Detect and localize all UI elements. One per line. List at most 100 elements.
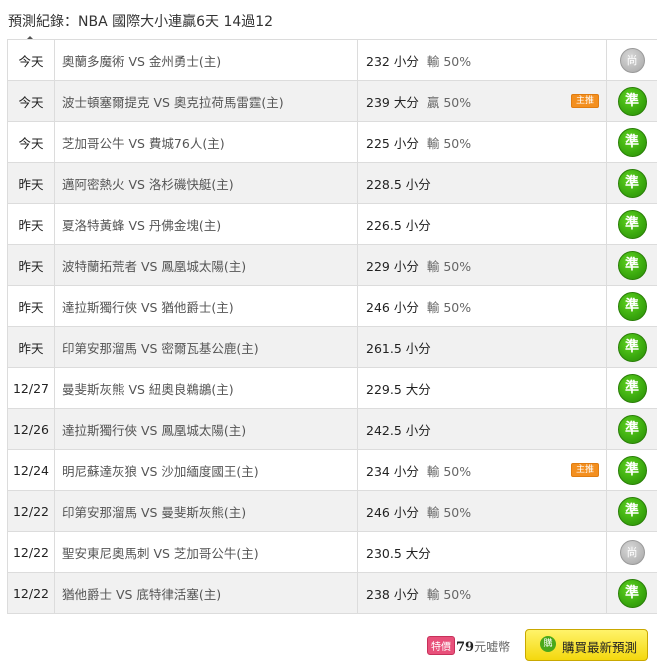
row-matchup: 印第安那溜馬 VS 曼斐斯灰熊(主) xyxy=(54,490,358,532)
row-day: 昨天 xyxy=(7,203,55,245)
featured-pick-tag: 主推 xyxy=(570,463,599,477)
table-row: 12/22 猶他爵士 VS 底特律活塞(主) 238 小分輸 50% 準 xyxy=(7,572,657,614)
row-day: 12/26 xyxy=(7,408,55,450)
table-row: 昨天 印第安那溜馬 VS 密爾瓦基公鹿(主) 261.5 小分 準 xyxy=(7,326,657,368)
row-status: 準 xyxy=(606,244,657,286)
row-day: 12/24 xyxy=(7,449,55,491)
pick-value: 228.5 小分 xyxy=(366,176,431,192)
correct-badge-icon: 準 xyxy=(617,291,647,321)
price-label: 79元嘘幣 xyxy=(456,638,510,655)
row-status: 準 xyxy=(606,449,657,491)
row-day: 12/27 xyxy=(7,367,55,409)
pick-result: 輸 50% xyxy=(426,135,472,151)
price-value: 79 xyxy=(456,640,475,655)
correct-badge-icon: 準 xyxy=(617,496,647,526)
table-row: 12/27 曼斐斯灰熊 VS 紐奧良鵜鶘(主) 229.5 大分 準 xyxy=(7,367,657,409)
pick-result: 輸 50% xyxy=(426,258,472,274)
table-row: 今天 奧蘭多魔術 VS 金州勇士(主) 232 小分輸 50% 尚 xyxy=(7,39,657,81)
price-currency: 元嘘幣 xyxy=(474,640,511,654)
correct-badge-icon: 準 xyxy=(617,373,647,403)
row-pick: 229 小分輸 50% xyxy=(357,244,607,286)
purchase-bar: 特價 79元嘘幣 購 購買最新預測 xyxy=(0,628,657,665)
pick-value: 229 小分 xyxy=(366,258,419,274)
pending-badge-icon: 尚 xyxy=(619,539,645,565)
pick-value: 234 小分 xyxy=(366,463,419,479)
row-matchup: 波特蘭拓荒者 VS 鳳凰城太陽(主) xyxy=(54,244,358,286)
row-status: 準 xyxy=(606,121,657,163)
table-row: 昨天 波特蘭拓荒者 VS 鳳凰城太陽(主) 229 小分輸 50% 準 xyxy=(7,244,657,286)
pick-result: 輸 50% xyxy=(426,53,472,69)
table-row: 12/22 印第安那溜馬 VS 曼斐斯灰熊(主) 246 小分輸 50% 準 xyxy=(7,490,657,532)
row-matchup: 波士頓塞爾提克 VS 奧克拉荷馬雷霆(主) xyxy=(54,80,358,122)
row-day: 12/22 xyxy=(7,531,55,573)
row-status: 尚 xyxy=(606,531,657,573)
sale-icon: 特價 xyxy=(427,636,455,655)
row-matchup: 芝加哥公牛 VS 費城76人(主) xyxy=(54,121,358,163)
pick-result: 輸 50% xyxy=(426,299,472,315)
row-status: 準 xyxy=(606,203,657,245)
row-matchup: 邁阿密熱火 VS 洛杉磯快艇(主) xyxy=(54,162,358,204)
table-row: 12/26 達拉斯獨行俠 VS 鳳凰城太陽(主) 242.5 小分 準 xyxy=(7,408,657,450)
row-day: 昨天 xyxy=(7,285,55,327)
row-matchup: 達拉斯獨行俠 VS 鳳凰城太陽(主) xyxy=(54,408,358,450)
row-pick: 234 小分輸 50% 主推 xyxy=(357,449,607,491)
pick-value: 238 小分 xyxy=(366,586,419,602)
pick-value: 230.5 大分 xyxy=(366,545,431,561)
pending-badge-icon: 尚 xyxy=(619,47,645,73)
table-row: 昨天 夏洛特黃蜂 VS 丹佛金塊(主) 226.5 小分 準 xyxy=(7,203,657,245)
correct-badge-icon: 準 xyxy=(617,127,647,157)
row-day: 今天 xyxy=(7,80,55,122)
page-header: 預測紀錄：NBA 國際大小連贏6天 14過12 xyxy=(0,0,657,41)
pick-value: 225 小分 xyxy=(366,135,419,151)
row-matchup: 達拉斯獨行俠 VS 猶他爵士(主) xyxy=(54,285,358,327)
row-matchup: 印第安那溜馬 VS 密爾瓦基公鹿(主) xyxy=(54,326,358,368)
row-matchup: 聖安東尼奧馬刺 VS 芝加哥公牛(主) xyxy=(54,531,358,573)
row-pick: 230.5 大分 xyxy=(357,531,607,573)
row-day: 12/22 xyxy=(7,572,55,614)
pick-value: 246 小分 xyxy=(366,504,419,520)
row-status: 準 xyxy=(606,326,657,368)
row-pick: 246 小分輸 50% xyxy=(357,490,607,532)
pick-value: 232 小分 xyxy=(366,53,419,69)
row-pick: 239 大分贏 50% 主推 xyxy=(357,80,607,122)
row-status: 準 xyxy=(606,572,657,614)
buy-latest-prediction-button[interactable]: 購 購買最新預測 xyxy=(525,629,648,661)
row-day: 昨天 xyxy=(7,244,55,286)
correct-badge-icon: 準 xyxy=(617,250,647,280)
correct-badge-icon: 準 xyxy=(617,455,647,485)
table-row: 12/24 明尼蘇達灰狼 VS 沙加緬度國王(主) 234 小分輸 50% 主推 準 xyxy=(7,449,657,491)
row-status: 準 xyxy=(606,367,657,409)
pick-result: 輸 50% xyxy=(426,586,472,602)
pick-result: 輸 50% xyxy=(426,463,472,479)
row-pick: 242.5 小分 xyxy=(357,408,607,450)
row-matchup: 曼斐斯灰熊 VS 紐奧良鵜鶘(主) xyxy=(54,367,358,409)
table-row: 今天 芝加哥公牛 VS 費城76人(主) 225 小分輸 50% 準 xyxy=(7,121,657,163)
pick-value: 226.5 小分 xyxy=(366,217,431,233)
table-row: 12/22 聖安東尼奧馬刺 VS 芝加哥公牛(主) 230.5 大分 尚 xyxy=(7,531,657,573)
pick-result: 贏 50% xyxy=(426,94,472,110)
table-row: 今天 波士頓塞爾提克 VS 奧克拉荷馬雷霆(主) 239 大分贏 50% 主推 準 xyxy=(7,80,657,122)
row-pick: 225 小分輸 50% xyxy=(357,121,607,163)
buy-icon: 購 xyxy=(540,636,556,652)
row-pick: 261.5 小分 xyxy=(357,326,607,368)
row-day: 12/22 xyxy=(7,490,55,532)
row-status: 準 xyxy=(606,80,657,122)
table-row: 昨天 邁阿密熱火 VS 洛杉磯快艇(主) 228.5 小分 準 xyxy=(7,162,657,204)
buy-button-label: 購買最新預測 xyxy=(562,640,638,655)
pick-value: 261.5 小分 xyxy=(366,340,431,356)
row-pick: 232 小分輸 50% xyxy=(357,39,607,81)
row-status: 準 xyxy=(606,285,657,327)
page-title: 預測紀錄：NBA 國際大小連贏6天 14過12 xyxy=(8,14,274,30)
row-pick: 228.5 小分 xyxy=(357,162,607,204)
row-pick: 226.5 小分 xyxy=(357,203,607,245)
pick-value: 239 大分 xyxy=(366,94,419,110)
row-day: 今天 xyxy=(7,121,55,163)
row-day: 昨天 xyxy=(7,326,55,368)
correct-badge-icon: 準 xyxy=(617,209,647,239)
pick-value: 242.5 小分 xyxy=(366,422,431,438)
correct-badge-icon: 準 xyxy=(617,168,647,198)
correct-badge-icon: 準 xyxy=(617,332,647,362)
row-matchup: 明尼蘇達灰狼 VS 沙加緬度國王(主) xyxy=(54,449,358,491)
row-matchup: 猶他爵士 VS 底特律活塞(主) xyxy=(54,572,358,614)
row-matchup: 奧蘭多魔術 VS 金州勇士(主) xyxy=(54,39,358,81)
